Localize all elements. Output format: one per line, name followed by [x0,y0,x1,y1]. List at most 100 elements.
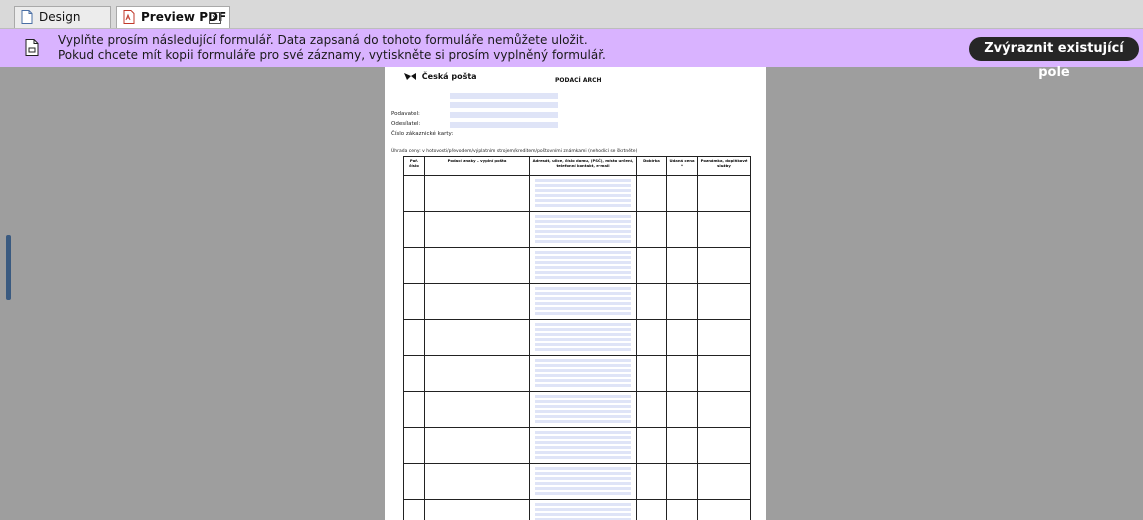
address-field-line[interactable] [535,472,631,475]
address-field-line[interactable] [535,292,631,295]
address-field-line[interactable] [535,204,631,207]
table-cell [636,463,667,500]
address-fields[interactable] [530,500,636,520]
address-field-line[interactable] [535,400,631,403]
address-field-line[interactable] [535,487,631,490]
address-field-line[interactable] [535,251,631,254]
address-field-line[interactable] [535,199,631,202]
address-field-line[interactable] [535,215,631,218]
address-field-line[interactable] [535,348,631,351]
table-cell [636,319,667,356]
table-row [403,499,751,520]
address-fields[interactable] [530,392,636,423]
side-panel-handle[interactable] [6,235,11,300]
address-field-line[interactable] [535,220,631,223]
address-fields[interactable] [530,212,636,243]
tab-preview-pdf[interactable]: Preview PDF × [116,6,230,28]
sender-field[interactable] [450,112,558,118]
address-field-line[interactable] [535,384,631,387]
column-header: Poř. číslo [403,156,425,176]
address-field-line[interactable] [535,420,631,423]
address-field-line[interactable] [535,415,631,418]
table-cell [424,427,530,464]
address-field-line[interactable] [535,287,631,290]
table-cell [424,211,530,248]
address-fields[interactable] [530,176,636,207]
address-field-line[interactable] [535,508,631,511]
address-field-line[interactable] [535,323,631,326]
table-cell [403,427,425,464]
address-field-line[interactable] [535,225,631,228]
address-field-line[interactable] [535,364,631,367]
address-field-line[interactable] [535,405,631,408]
tab-design-view[interactable]: Design View [14,6,111,44]
address-field-line[interactable] [535,179,631,182]
address-field-line[interactable] [535,467,631,470]
highlight-fields-button[interactable]: Zvýraznit existující pole [969,37,1139,80]
address-fields[interactable] [530,428,636,459]
address-field-line[interactable] [535,230,631,233]
table-cell [424,355,530,392]
table-row [403,319,751,356]
address-field-line[interactable] [535,276,631,279]
address-field-line[interactable] [535,328,631,331]
address-field-line[interactable] [535,240,631,243]
address-field-line[interactable] [535,359,631,362]
address-fields[interactable] [530,284,636,315]
address-field-line[interactable] [535,302,631,305]
table-row [403,211,751,248]
address-field-line[interactable] [535,395,631,398]
address-field-line[interactable] [535,189,631,192]
address-field-line[interactable] [535,194,631,197]
address-field-line[interactable] [535,297,631,300]
sender2-field[interactable] [450,122,558,128]
address-field-line[interactable] [535,441,631,444]
address-fields[interactable] [530,248,636,279]
address-field-line[interactable] [535,431,631,434]
address-field-line[interactable] [535,503,631,506]
address-field-line[interactable] [535,451,631,454]
address-field-line[interactable] [535,374,631,377]
header-field-2[interactable] [450,102,558,108]
table-cell [666,211,698,248]
address-field-line[interactable] [535,379,631,382]
address-field-line[interactable] [535,343,631,346]
address-field-line[interactable] [535,446,631,449]
table-cell [636,355,667,392]
table-cell [529,391,637,428]
address-field-line[interactable] [535,235,631,238]
header-field-1[interactable] [450,93,558,99]
address-field-line[interactable] [535,256,631,259]
address-field-line[interactable] [535,312,631,315]
address-field-line[interactable] [535,456,631,459]
address-field-line[interactable] [535,261,631,264]
address-field-line[interactable] [535,477,631,480]
address-field-line[interactable] [535,410,631,413]
address-field-line[interactable] [535,369,631,372]
form-document-icon [25,39,39,56]
close-icon[interactable]: × [209,12,221,24]
table-cell [666,175,698,212]
address-field-line[interactable] [535,271,631,274]
table-cell [636,211,667,248]
address-field-line[interactable] [535,436,631,439]
address-field-line[interactable] [535,492,631,495]
address-field-line[interactable] [535,482,631,485]
table-cell [529,427,637,464]
table-cell [636,427,667,464]
address-field-line[interactable] [535,307,631,310]
table-cell [424,319,530,356]
table-cell [403,391,425,428]
address-field-line[interactable] [535,513,631,516]
address-field-line[interactable] [535,338,631,341]
address-fields[interactable] [530,464,636,495]
info-line-1: Vyplňte prosím následující formulář. Dat… [58,33,588,47]
address-fields[interactable] [530,356,636,387]
address-field-line[interactable] [535,333,631,336]
table-cell [636,247,667,284]
address-field-line[interactable] [535,266,631,269]
table-cell [529,355,637,392]
address-fields[interactable] [530,320,636,351]
address-field-line[interactable] [535,184,631,187]
table-row [403,355,751,392]
